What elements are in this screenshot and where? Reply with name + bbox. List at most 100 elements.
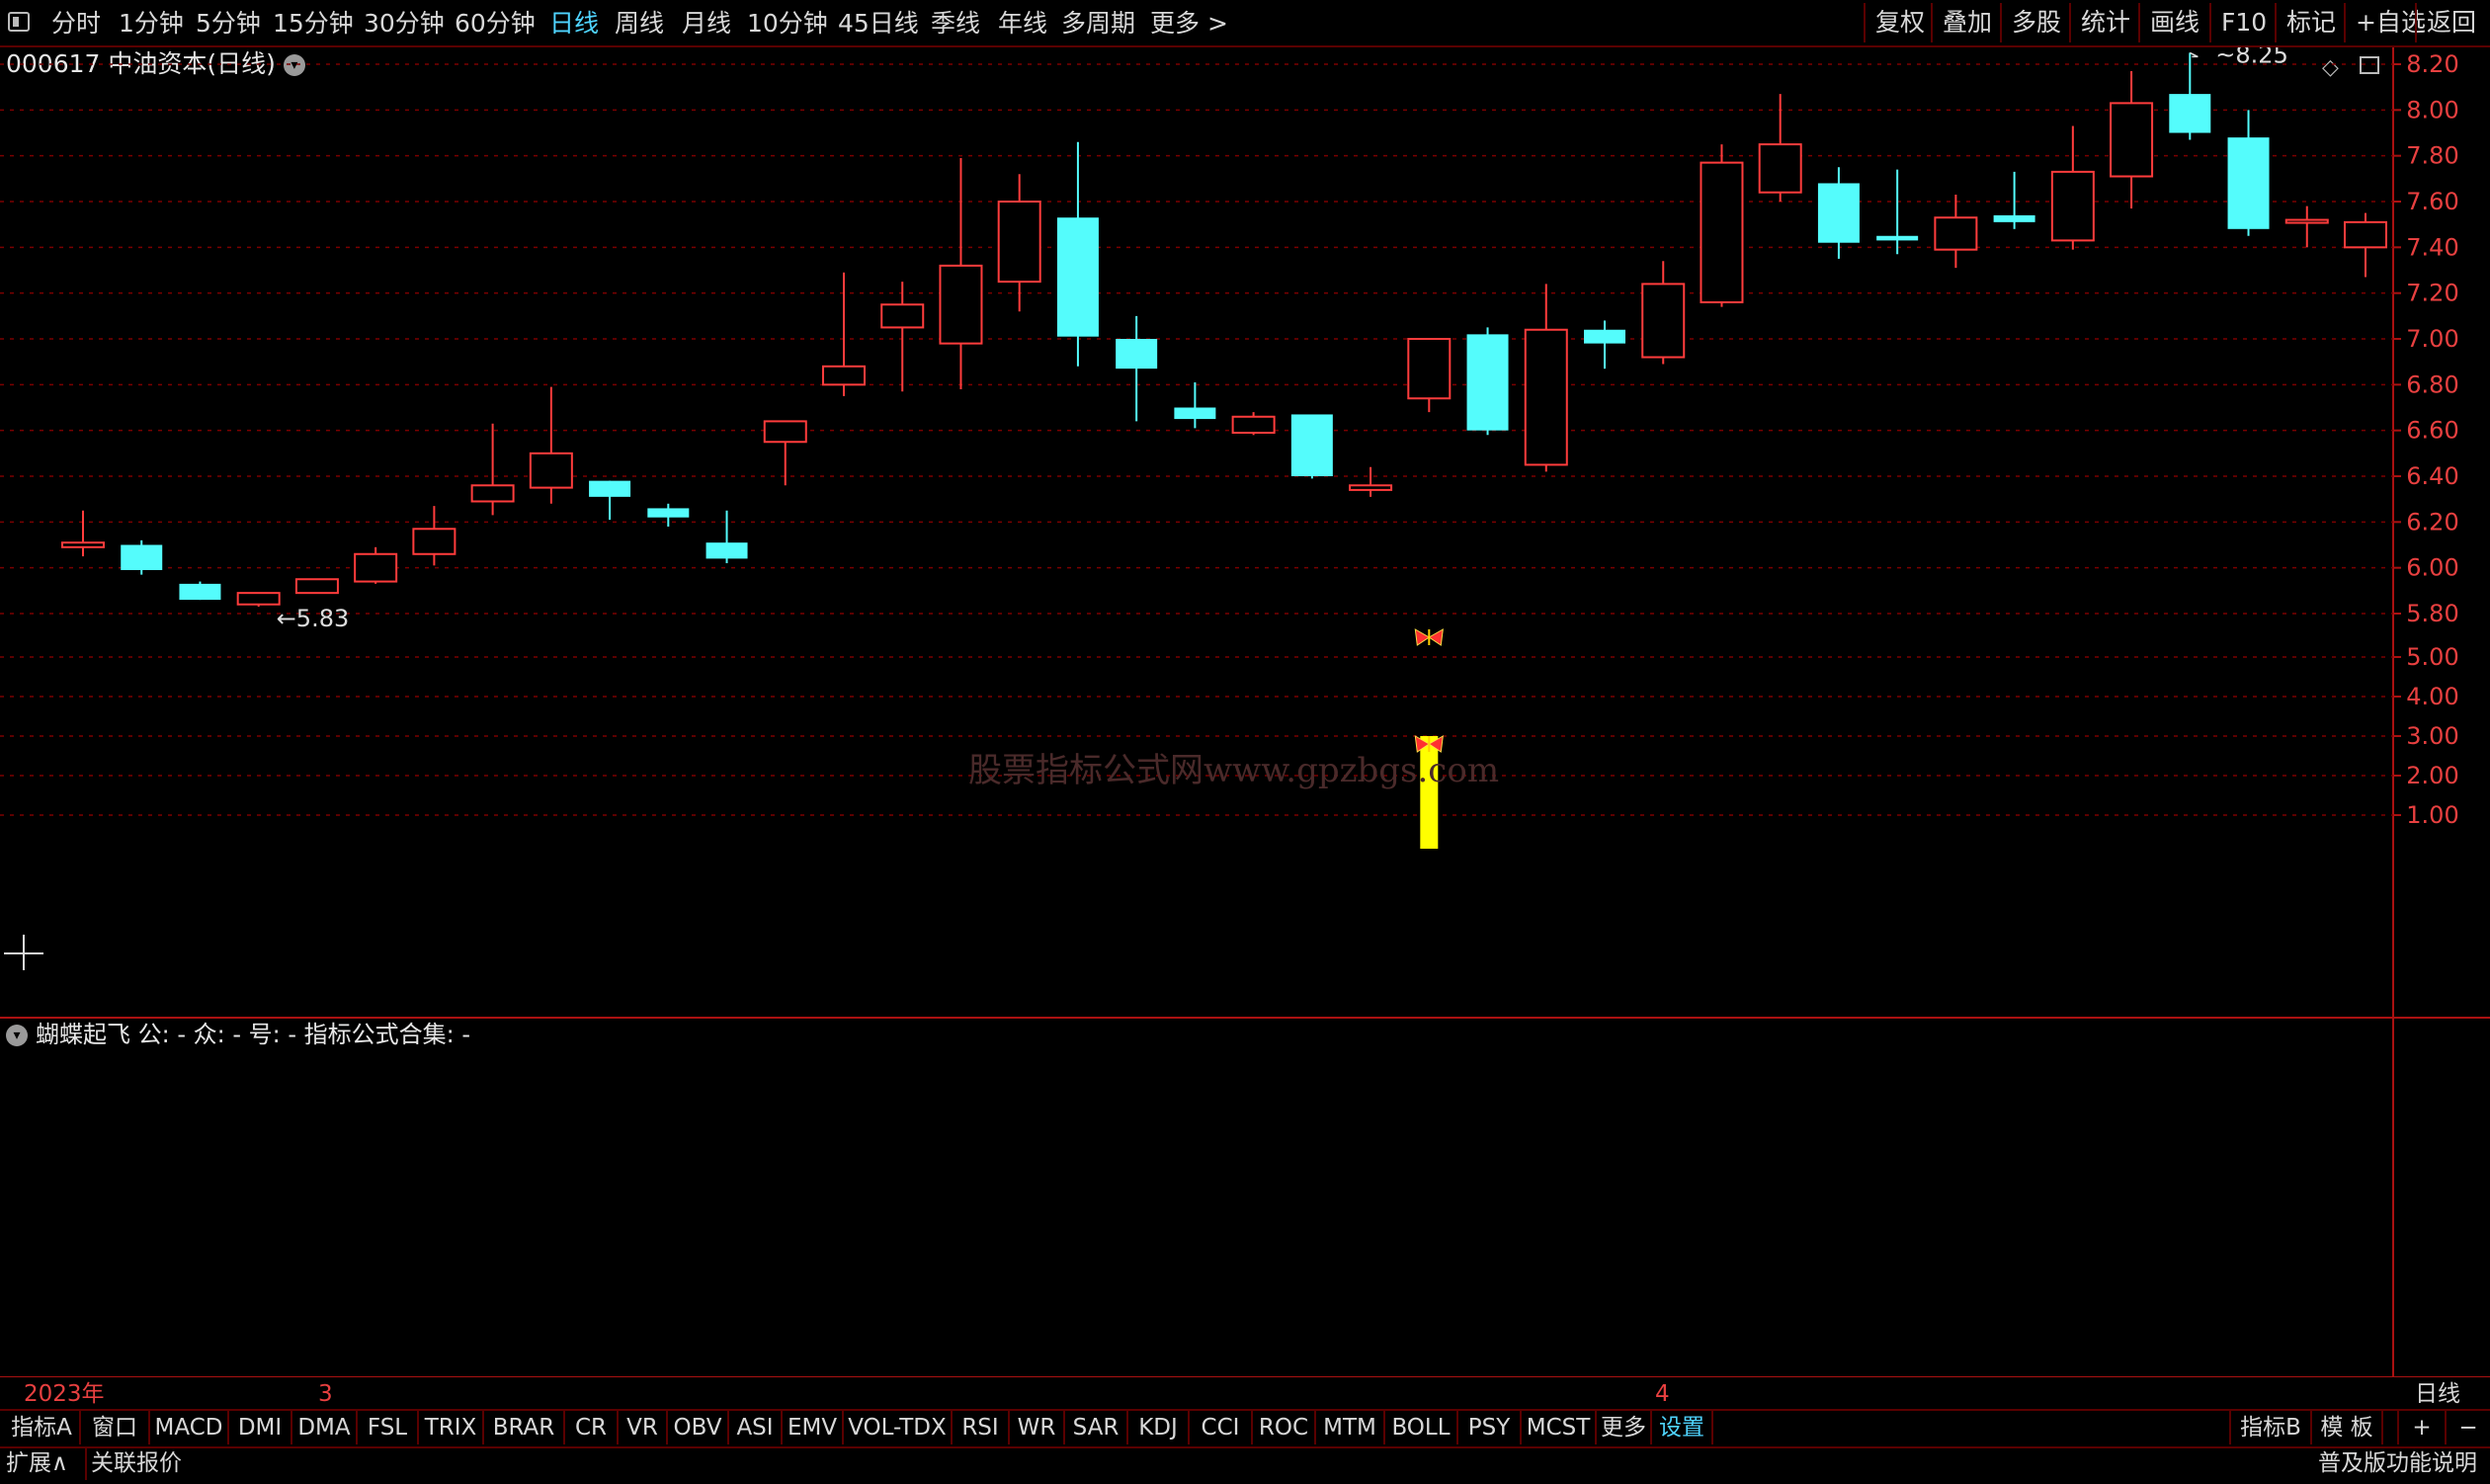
butterfly-icon — [1414, 628, 1444, 646]
toolbar-button-2[interactable]: 多股 — [2000, 3, 2071, 42]
candle-body — [470, 484, 515, 503]
watermark: 股票指标公式网www.gpzbgs.com — [968, 751, 1500, 790]
top-toolbar: 分时 1分钟 5分钟 15分钟 30分钟 60分钟 日线 周线 月线 10分钟 45日线 季线 年线 多周… — [0, 0, 2490, 47]
candle-body — [2344, 220, 2387, 249]
price-tick-label: 7.00 — [2406, 325, 2458, 353]
indicator-tab-24[interactable]: 更多 — [1597, 1411, 1652, 1444]
price-tick-label: 7.40 — [2406, 233, 2458, 261]
candle-body — [2110, 102, 2154, 178]
expand-button[interactable]: 扩展∧ — [6, 1446, 68, 1480]
price-tick-label: 7.20 — [2406, 280, 2458, 307]
period-tab-13[interactable]: 多周期 — [1061, 6, 1135, 41]
tabs-right-button-2[interactable]: + — [2397, 1411, 2447, 1444]
indicator-tab-20[interactable]: MTM — [1316, 1411, 1385, 1444]
edition-info-link[interactable]: 普及版功能说明 — [2318, 1446, 2477, 1480]
period-tab-10[interactable]: 45日线 — [838, 6, 919, 41]
candle-body — [880, 303, 925, 329]
indicator-tab-18[interactable]: CCI — [1190, 1411, 1253, 1444]
price-tick-label: 8.20 — [2406, 50, 2458, 78]
indicator-tab-12[interactable]: EMV — [783, 1411, 844, 1444]
price-tick-label: 6.80 — [2406, 371, 2458, 398]
window-toggle-icon[interactable] — [8, 12, 30, 32]
candle-body — [1466, 334, 1509, 431]
indicator-tab-3[interactable]: DMI — [229, 1411, 292, 1444]
indicator-tab-17[interactable]: KDJ — [1128, 1411, 1190, 1444]
status-bar: 扩展∧ 关联报价 普及版功能说明 — [0, 1444, 2490, 1484]
tabs-right-button-3[interactable]: − — [2445, 1411, 2490, 1444]
period-tab-9[interactable]: 10分钟 — [747, 6, 828, 41]
tabs-right-button-0[interactable]: 指标B — [2229, 1411, 2312, 1444]
indicator-tab-10[interactable]: OBV — [668, 1411, 729, 1444]
price-tick-label: 6.40 — [2406, 462, 2458, 490]
candle-body — [2050, 170, 2095, 242]
indicator-tab-9[interactable]: VR — [619, 1411, 668, 1444]
candle-body — [1876, 235, 1919, 241]
period-tab-5[interactable]: 60分钟 — [455, 6, 536, 41]
date-axis: 2023年 3 4 日线 — [0, 1377, 2490, 1411]
linked-quote-button[interactable]: 关联报价 — [85, 1446, 182, 1480]
toolbar-button-0[interactable]: 复权 — [1864, 3, 1935, 42]
indicator-tab-1[interactable]: 窗口 — [81, 1411, 150, 1444]
indicator-tab-8[interactable]: CR — [565, 1411, 619, 1444]
price-tick-label: 5.80 — [2406, 600, 2458, 627]
candle-body — [1231, 415, 1276, 434]
indicator-tick-label: 1.00 — [2406, 801, 2458, 829]
indicator-tab-22[interactable]: PSY — [1458, 1411, 1522, 1444]
period-tab-0[interactable]: 分时 — [51, 6, 101, 41]
toolbar-button-4[interactable]: 画线 — [2138, 3, 2209, 42]
period-tab-3[interactable]: 15分钟 — [273, 6, 354, 41]
candle-body — [236, 592, 281, 606]
candle-body — [61, 541, 105, 548]
candle-body — [647, 508, 690, 518]
toolbar-button-5[interactable]: F10 — [2209, 3, 2277, 42]
indicator-tab-14[interactable]: RSI — [953, 1411, 1010, 1444]
toolbar-button-8[interactable]: 返回 — [2415, 3, 2486, 42]
price-tick-label: 8.00 — [2406, 96, 2458, 124]
period-tab-14[interactable]: 更多 > — [1150, 6, 1228, 41]
indicator-tab-7[interactable]: BRAR — [484, 1411, 565, 1444]
candle-body — [939, 264, 983, 345]
indicator-tab-5[interactable]: FSL — [358, 1411, 419, 1444]
indicator-tab-6[interactable]: TRIX — [419, 1411, 484, 1444]
indicator-tab-25[interactable]: 设置 — [1652, 1411, 1713, 1444]
period-tab-1[interactable]: 1分钟 — [119, 6, 184, 41]
period-tab-11[interactable]: 季线 — [931, 6, 980, 41]
period-tab-12[interactable]: 年线 — [998, 6, 1047, 41]
date-april: 4 — [1655, 1381, 1670, 1407]
candle-body — [412, 528, 456, 555]
indicator-tab-23[interactable]: MCST — [1522, 1411, 1597, 1444]
chart-area[interactable]: 8.20 8.00 7.80 7.60 7.40 7.20 7.00 6.80 6.60 6.40… — [0, 47, 2490, 1377]
date-year: 2023年 — [24, 1381, 105, 1407]
indicator-tick-label: 4.00 — [2406, 683, 2458, 710]
chevron-down-icon[interactable]: ▾ — [6, 1025, 28, 1046]
period-tab-7[interactable]: 周线 — [615, 6, 664, 41]
candle-body — [1934, 216, 1978, 251]
price-tick-label: 7.80 — [2406, 142, 2458, 170]
indicator-title: ▾ 蝴蝶起飞 公: - 众: - 号: - 指标公式合集: - — [6, 1018, 470, 1051]
candle-body — [294, 578, 339, 595]
toolbar-button-3[interactable]: 统计 — [2069, 3, 2140, 42]
indicator-tab-0[interactable]: 指标A — [4, 1411, 81, 1444]
indicator-tab-16[interactable]: SAR — [1065, 1411, 1128, 1444]
indicator-tab-11[interactable]: ASI — [729, 1411, 783, 1444]
candle-body — [1641, 283, 1686, 359]
indicator-tab-15[interactable]: WR — [1010, 1411, 1065, 1444]
candle-body — [1174, 407, 1216, 420]
period-tab-2[interactable]: 5分钟 — [196, 6, 261, 41]
toolbar-button-1[interactable]: 叠加 — [1931, 3, 2002, 42]
low-price-label: ←5.83 — [277, 605, 350, 632]
indicator-tab-19[interactable]: ROC — [1253, 1411, 1316, 1444]
indicator-tab-21[interactable]: BOLL — [1385, 1411, 1458, 1444]
candle-body — [2284, 218, 2329, 224]
period-tab-4[interactable]: 30分钟 — [364, 6, 445, 41]
indicator-tab-13[interactable]: VOL-TDX — [844, 1411, 953, 1444]
indicator-tab-2[interactable]: MACD — [150, 1411, 229, 1444]
toolbar-button-6[interactable]: 标记 — [2275, 3, 2346, 42]
period-tab-6[interactable]: 日线 — [549, 6, 599, 41]
candle-body — [763, 420, 807, 444]
candle-body — [2227, 137, 2270, 229]
period-tab-8[interactable]: 月线 — [682, 6, 731, 41]
tabs-right-button-1[interactable]: 模 板 — [2310, 1411, 2383, 1444]
indicator-tab-4[interactable]: DMA — [292, 1411, 358, 1444]
indicator-tabs: 指标A 窗口 MACD DMI DMA FSL TRIX BRAR CR VR OBV ASI EMV V… — [0, 1409, 2490, 1448]
